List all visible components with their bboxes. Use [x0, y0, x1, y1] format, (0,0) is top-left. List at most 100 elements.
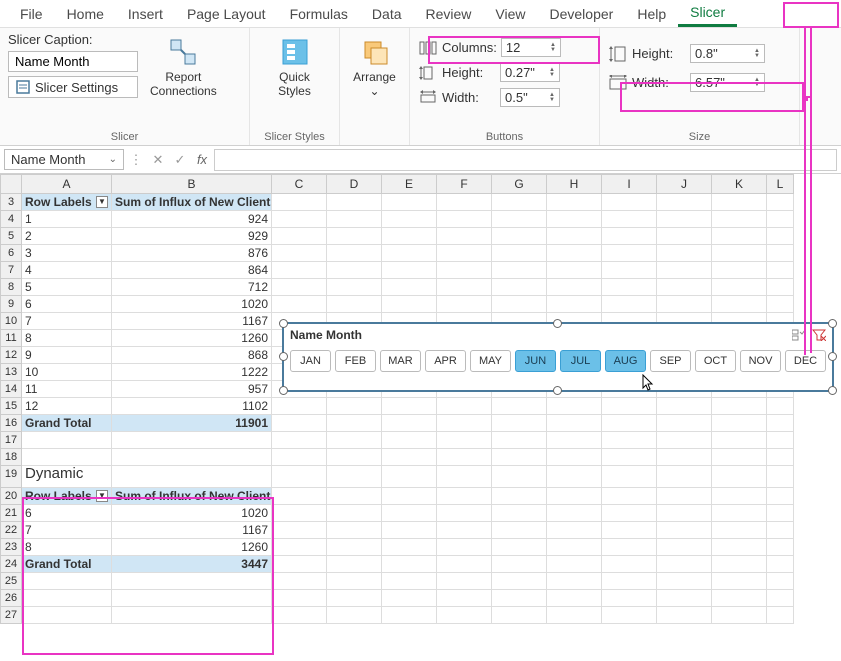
cell[interactable]: 1102 — [112, 398, 272, 415]
size-height-input[interactable]: 0.8"▲▼ — [690, 44, 765, 63]
slicer-item-feb[interactable]: FEB — [335, 350, 376, 372]
cell[interactable] — [437, 279, 492, 296]
cell[interactable] — [272, 228, 327, 245]
cell[interactable] — [437, 449, 492, 466]
col-header-H[interactable]: H — [547, 174, 602, 194]
cell[interactable] — [22, 590, 112, 607]
cell[interactable] — [712, 607, 767, 624]
slicer-item-apr[interactable]: APR — [425, 350, 466, 372]
cell[interactable] — [492, 488, 547, 505]
cell[interactable]: Sum of Influx of New Clients — [112, 488, 272, 505]
cell[interactable] — [547, 590, 602, 607]
cell[interactable] — [767, 398, 794, 415]
cell[interactable] — [272, 449, 327, 466]
cell[interactable] — [272, 466, 327, 488]
row-header[interactable]: 11 — [0, 330, 22, 347]
enter-icon[interactable]: ✓ — [170, 152, 190, 168]
tab-help[interactable]: Help — [625, 2, 678, 26]
cell[interactable] — [767, 488, 794, 505]
row-header[interactable]: 8 — [0, 279, 22, 296]
cell[interactable] — [712, 245, 767, 262]
cell[interactable] — [767, 466, 794, 488]
cell[interactable] — [547, 449, 602, 466]
row-header[interactable]: 13 — [0, 364, 22, 381]
cell[interactable] — [712, 228, 767, 245]
cell[interactable] — [272, 607, 327, 624]
cell[interactable] — [437, 488, 492, 505]
row-header[interactable]: 18 — [0, 449, 22, 466]
cell[interactable] — [382, 539, 437, 556]
cell[interactable] — [492, 415, 547, 432]
cell[interactable] — [492, 262, 547, 279]
cell[interactable] — [602, 228, 657, 245]
cell[interactable] — [327, 262, 382, 279]
cell[interactable] — [547, 522, 602, 539]
cell[interactable] — [437, 539, 492, 556]
cell[interactable] — [327, 211, 382, 228]
cell[interactable] — [767, 539, 794, 556]
cell[interactable] — [112, 573, 272, 590]
cell[interactable] — [272, 573, 327, 590]
cell[interactable] — [547, 607, 602, 624]
cell[interactable] — [272, 245, 327, 262]
cell[interactable] — [602, 466, 657, 488]
cell[interactable] — [327, 466, 382, 488]
cell[interactable] — [602, 211, 657, 228]
cell[interactable]: 7 — [22, 313, 112, 330]
name-box[interactable]: Name Month ⌄ — [4, 149, 124, 170]
cell[interactable] — [382, 466, 437, 488]
slicer-settings-button[interactable]: Slicer Settings — [8, 76, 138, 98]
cell[interactable] — [657, 296, 712, 313]
cell[interactable] — [767, 415, 794, 432]
cell[interactable] — [492, 466, 547, 488]
slicer-item-jul[interactable]: JUL — [560, 350, 601, 372]
cell[interactable] — [657, 488, 712, 505]
cell[interactable]: 876 — [112, 245, 272, 262]
formula-dropdown-icon[interactable]: ⋮ — [126, 152, 146, 168]
cell[interactable] — [712, 211, 767, 228]
cell[interactable] — [602, 590, 657, 607]
cell[interactable] — [602, 573, 657, 590]
cell[interactable] — [382, 211, 437, 228]
cell[interactable] — [547, 505, 602, 522]
cell[interactable] — [657, 466, 712, 488]
tab-file[interactable]: File — [8, 2, 55, 26]
row-header[interactable]: 3 — [0, 194, 22, 211]
cell[interactable] — [657, 607, 712, 624]
cell[interactable] — [657, 228, 712, 245]
slicer-item-jan[interactable]: JAN — [290, 350, 331, 372]
cell[interactable] — [547, 466, 602, 488]
slicer-item-aug[interactable]: AUG — [605, 350, 646, 372]
cell[interactable] — [272, 590, 327, 607]
cell[interactable] — [327, 279, 382, 296]
cell[interactable]: 1020 — [112, 296, 272, 313]
cell[interactable] — [492, 522, 547, 539]
cell[interactable] — [712, 466, 767, 488]
cell[interactable] — [767, 262, 794, 279]
cell[interactable] — [657, 539, 712, 556]
tab-view[interactable]: View — [483, 2, 537, 26]
cell[interactable] — [602, 262, 657, 279]
cell[interactable]: 2 — [22, 228, 112, 245]
cell[interactable] — [272, 556, 327, 573]
col-header-L[interactable]: L — [767, 174, 794, 194]
clear-filter-icon[interactable] — [812, 329, 826, 341]
row-header[interactable]: 6 — [0, 245, 22, 262]
row-header[interactable]: 20 — [0, 488, 22, 505]
cell[interactable] — [492, 245, 547, 262]
cell[interactable] — [327, 296, 382, 313]
cell[interactable] — [272, 398, 327, 415]
cell[interactable] — [492, 211, 547, 228]
cell[interactable] — [602, 245, 657, 262]
cell[interactable] — [272, 194, 327, 211]
cell[interactable] — [437, 296, 492, 313]
cell[interactable] — [437, 556, 492, 573]
cell[interactable] — [602, 539, 657, 556]
cell[interactable] — [712, 262, 767, 279]
button-width-input[interactable]: 0.5"▲▼ — [500, 88, 560, 107]
cell[interactable] — [327, 488, 382, 505]
cell[interactable] — [547, 262, 602, 279]
cell[interactable] — [492, 398, 547, 415]
cell[interactable]: 6 — [22, 505, 112, 522]
cell[interactable] — [547, 432, 602, 449]
